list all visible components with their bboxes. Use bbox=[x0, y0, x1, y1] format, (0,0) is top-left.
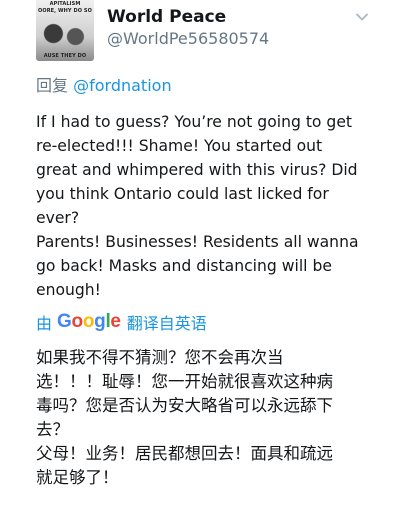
translate-attribution[interactable]: 由 Google 翻译自英语 bbox=[36, 310, 207, 334]
translation-line: 毒吗？您是否认为安大略省可以永远舔下 bbox=[36, 396, 333, 415]
tweet-text: If I had to guess? You’re not going to g… bbox=[36, 110, 380, 302]
user-handle[interactable]: @WorldPe56580574 bbox=[107, 29, 269, 49]
translation-line: 父母！业务！居民都想回去！面具和疏远 bbox=[36, 444, 333, 463]
mention-link[interactable]: @fordnation bbox=[73, 76, 171, 95]
reply-prefix: 回复 bbox=[36, 76, 69, 95]
tweet-line: you think Ontario could last licked for bbox=[36, 185, 329, 203]
tweet-line: Parents! Businesses! Residents all wanna bbox=[36, 233, 359, 251]
chevron-down-icon[interactable] bbox=[355, 10, 369, 24]
translation-line: 就足够了！ bbox=[36, 468, 119, 487]
translated-text: 如果我不得不猜测？您不会再次当 选！！！耻辱！您一开始就很喜欢这种病 毒吗？您是… bbox=[36, 346, 380, 490]
avatar-caption-line-3: AUSE THEY DO bbox=[43, 53, 87, 59]
translation-line: 选！！！耻辱！您一开始就很喜欢这种病 bbox=[36, 372, 333, 391]
tweet-line: re-elected!!! Shame! You started out bbox=[36, 137, 323, 155]
translate-by-label: 由 bbox=[36, 314, 53, 333]
avatar-caption-line-2: OORE, WHY DO SO bbox=[38, 8, 92, 14]
avatar-caption-line-1: APITALISM bbox=[49, 1, 81, 7]
display-name[interactable]: World Peace bbox=[107, 6, 226, 28]
translated-from-label: 翻译自英语 bbox=[126, 314, 207, 333]
reply-context: 回复 @fordnation bbox=[36, 76, 172, 96]
tweet-line: great and whimpered with this virus? Did bbox=[36, 161, 358, 179]
google-logo: Google bbox=[57, 311, 121, 332]
tweet-line: If I had to guess? You’re not going to g… bbox=[36, 113, 353, 131]
tweet-line: ever? bbox=[36, 209, 80, 227]
avatar[interactable]: APITALISM OORE, WHY DO SO AUSE THEY DO bbox=[36, 0, 94, 61]
tweet-line: go back! Masks and distancing will be bbox=[36, 257, 332, 275]
translation-line: 去？ bbox=[36, 420, 69, 439]
translation-line: 如果我不得不猜测？您不会再次当 bbox=[36, 348, 284, 367]
tweet-line: enough! bbox=[36, 281, 101, 299]
